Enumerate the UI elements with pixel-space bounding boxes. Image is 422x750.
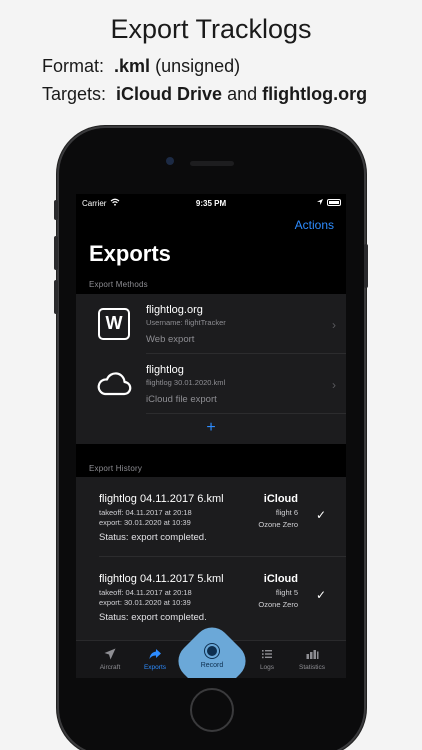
list-icon — [262, 650, 272, 659]
target-flightlog: flightlog.org — [262, 84, 368, 104]
export-methods-header: Export Methods — [89, 280, 148, 289]
add-export-method-button[interactable]: + — [76, 414, 346, 444]
promo-format-line: Format: .kml (unsigned) — [42, 56, 240, 77]
chevron-right-icon: › — [332, 318, 336, 332]
paper-plane-icon — [104, 648, 116, 660]
history-target: iCloud — [263, 573, 298, 585]
method-description: Web export — [146, 334, 195, 345]
history-row[interactable]: flightlog 04.11.2017 6.kml takeoff: 04.1… — [76, 477, 346, 557]
tab-exports[interactable]: Exports — [128, 641, 182, 678]
bar-chart-icon — [306, 650, 319, 659]
volume-up-button — [54, 236, 58, 270]
history-row[interactable]: flightlog 04.11.2017 5.kml takeoff: 04.1… — [76, 557, 346, 637]
mute-switch — [54, 200, 58, 220]
history-export-date: export: 30.01.2020 at 10:39 — [99, 598, 191, 607]
format-value: .kml — [114, 56, 151, 76]
history-takeoff: takeoff: 04.11.2017 at 20:18 — [99, 588, 192, 597]
web-letter-icon: W — [98, 308, 130, 340]
history-glider: Ozone Zero — [258, 520, 298, 529]
targets-label: Targets: — [42, 84, 107, 104]
checkmark-icon: ✓ — [315, 508, 326, 522]
promo-headline: Export Tracklogs — [110, 14, 312, 44]
cloud-icon — [97, 372, 132, 396]
target-icloud: iCloud Drive — [116, 84, 223, 104]
history-flight: flight 6 — [275, 508, 298, 517]
history-export-date: export: 30.01.2020 at 10:39 — [99, 518, 191, 527]
actions-button[interactable]: Actions — [295, 218, 334, 232]
front-camera — [166, 157, 174, 165]
export-method-icloud[interactable]: flightlog flightlog 30.01.2020.kml iClou… — [76, 354, 346, 414]
history-target: iCloud — [263, 493, 298, 505]
method-description: iCloud file export — [146, 394, 217, 405]
promo-targets-line: Targets: iCloud Drive and flightlog.org — [42, 84, 367, 105]
history-glider: Ozone Zero — [258, 600, 298, 609]
record-label: Record — [200, 662, 224, 669]
status-time: 9:35 PM — [195, 199, 227, 208]
phone-screen: Carrier 9:35 PM Actions Exports Export M… — [76, 194, 346, 678]
volume-down-button — [54, 280, 58, 314]
location-arrow-icon — [317, 199, 323, 205]
earpiece-speaker — [190, 161, 234, 166]
export-methods-list: W flightlog.org Username: flightTracker … — [76, 294, 346, 444]
chevron-right-icon: › — [332, 378, 336, 392]
history-file-name: flightlog 04.11.2017 6.kml — [99, 493, 224, 505]
record-icon — [207, 646, 217, 656]
power-button — [364, 244, 368, 288]
history-status: Status: export completed. — [99, 532, 207, 543]
method-title: flightlog — [146, 364, 184, 376]
tab-label: Exports — [143, 664, 167, 671]
targets-and: and — [227, 84, 258, 104]
history-status: Status: export completed. — [99, 612, 207, 623]
format-label: Format: — [42, 56, 105, 76]
method-subtitle: flightlog 30.01.2020.kml — [146, 378, 226, 387]
history-flight: flight 5 — [275, 588, 298, 597]
history-takeoff: takeoff: 04.11.2017 at 20:18 — [99, 508, 192, 517]
tab-label: Statistics — [298, 664, 325, 671]
method-title: flightlog.org — [146, 304, 203, 316]
export-method-flightlog-org[interactable]: W flightlog.org Username: flightTracker … — [76, 294, 346, 354]
status-bar: Carrier 9:35 PM — [76, 194, 346, 212]
checkmark-icon: ✓ — [315, 588, 326, 602]
battery-icon — [327, 199, 341, 206]
page-title: Exports — [89, 241, 171, 266]
history-file-name: flightlog 04.11.2017 5.kml — [99, 573, 224, 585]
export-history-header: Export History — [89, 464, 143, 473]
share-arrow-icon — [149, 649, 161, 659]
tab-statistics[interactable]: Statistics — [285, 641, 339, 678]
format-note: (unsigned) — [155, 56, 241, 76]
home-button[interactable] — [190, 688, 234, 732]
record-button-content[interactable]: Record — [183, 632, 241, 678]
method-subtitle: Username: flightTracker — [146, 318, 226, 327]
